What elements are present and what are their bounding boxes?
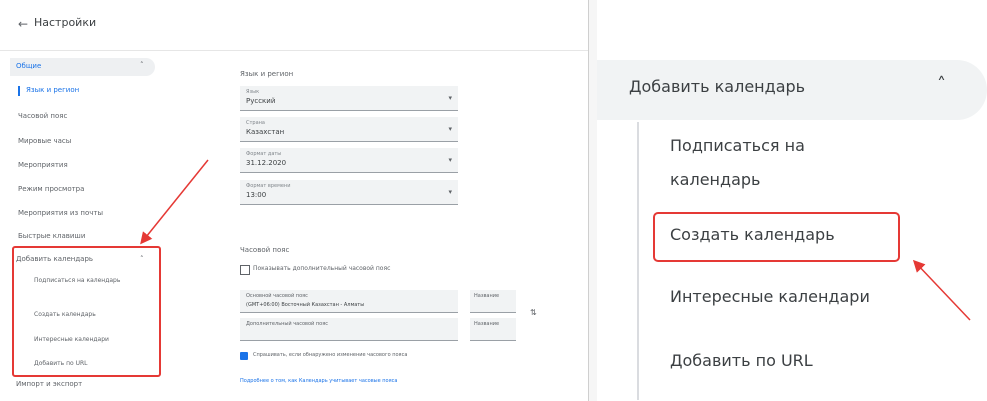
page-title: Настройки <box>34 16 97 29</box>
chevron-up-icon[interactable]: ˄ <box>140 61 144 69</box>
section-title-language: Язык и регион <box>240 70 294 78</box>
sidebar-item-world-clock[interactable]: Мировые часы <box>18 137 71 145</box>
field-label: Название <box>474 293 500 299</box>
date-format-select[interactable]: Формат даты 31.12.2020 ▾ <box>240 148 458 173</box>
highlight-box <box>12 246 161 377</box>
swap-icon[interactable]: ⇅ <box>530 308 537 317</box>
field-label: Название <box>474 321 500 327</box>
sidebar-item-shortcuts[interactable]: Быстрые клавиши <box>18 232 85 240</box>
sidebar-item-email-events[interactable]: Мероприятия из почты <box>18 209 103 217</box>
section-title-timezone: Часовой пояс <box>240 246 290 254</box>
timezone-help-link[interactable]: Подробнее о том, как Календарь учитывает… <box>240 378 397 384</box>
sidebar-item-import-export[interactable]: Импорт и экспорт <box>16 380 82 388</box>
field-label: Страна <box>246 120 265 126</box>
primary-timezone-select[interactable]: Основной часовой пояс (GMT+06:00) Восточ… <box>240 290 458 313</box>
settings-topbar: ← Настройки <box>0 0 588 51</box>
back-arrow-icon[interactable]: ← <box>18 17 28 31</box>
field-value: 13:00 <box>246 191 267 199</box>
sidebar-item-events[interactable]: Мероприятия <box>18 161 68 169</box>
field-label: Язык <box>246 89 260 95</box>
field-value: Русский <box>246 97 276 105</box>
dropdown-arrow-icon: ▾ <box>448 188 452 196</box>
sidebar-item-general[interactable]: Общие <box>16 62 41 70</box>
language-select[interactable]: Язык Русский ▾ <box>240 86 458 111</box>
panel-divider <box>588 0 597 401</box>
chevron-up-icon[interactable]: ˄ <box>937 74 946 95</box>
dropdown-arrow-icon: ▾ <box>448 94 452 102</box>
active-indicator <box>18 86 20 96</box>
dropdown-arrow-icon: ▾ <box>448 156 452 164</box>
add-by-url-item[interactable]: Добавить по URL <box>670 347 813 375</box>
subscribe-calendar-line1[interactable]: Подписаться на <box>670 132 805 160</box>
sidebar-item-timezone[interactable]: Часовой пояс <box>18 112 67 120</box>
update-timezone-checkbox[interactable] <box>240 352 248 360</box>
field-value: 31.12.2020 <box>246 159 287 167</box>
secondary-timezone-select[interactable]: Дополнительный часовой пояс <box>240 318 458 341</box>
field-label: Основной часовой пояс <box>246 293 308 299</box>
highlight-box <box>653 212 900 262</box>
sidebar-item-language[interactable]: Язык и регион <box>26 86 79 94</box>
secondary-timezone-name-field[interactable]: Название <box>470 318 516 341</box>
subscribe-calendar-line2[interactable]: календарь <box>670 166 760 194</box>
interesting-calendars-item[interactable]: Интересные календари <box>670 283 870 311</box>
add-calendar-header[interactable]: Добавить календарь ˄ <box>597 60 987 120</box>
field-value: (GMT+06:00) Восточный Казахстан - Алматы <box>246 302 365 308</box>
field-label: Формат даты <box>246 151 282 157</box>
field-label: Формат времени <box>246 183 291 189</box>
add-calendar-label: Добавить календарь <box>629 77 806 96</box>
zoomed-panel: Добавить календарь ˄ Подписаться на кале… <box>597 0 987 401</box>
primary-timezone-name-field[interactable]: Название <box>470 290 516 313</box>
sidebar-item-view[interactable]: Режим просмотра <box>18 185 84 193</box>
field-value: Казахстан <box>246 128 285 136</box>
dropdown-arrow-icon: ▾ <box>448 125 452 133</box>
time-format-select[interactable]: Формат времени 13:00 ▾ <box>240 180 458 205</box>
secondary-timezone-checkbox[interactable] <box>240 265 250 275</box>
secondary-timezone-label: Показывать дополнительный часовой пояс <box>253 265 391 272</box>
update-timezone-label: Спрашивать, если обнаружено изменение ча… <box>253 352 408 358</box>
tree-line <box>637 122 639 400</box>
settings-screenshot: ← Настройки Общие ˄ Язык и регион Часово… <box>0 0 588 401</box>
field-label: Дополнительный часовой пояс <box>246 321 328 327</box>
country-select[interactable]: Страна Казахстан ▾ <box>240 117 458 142</box>
